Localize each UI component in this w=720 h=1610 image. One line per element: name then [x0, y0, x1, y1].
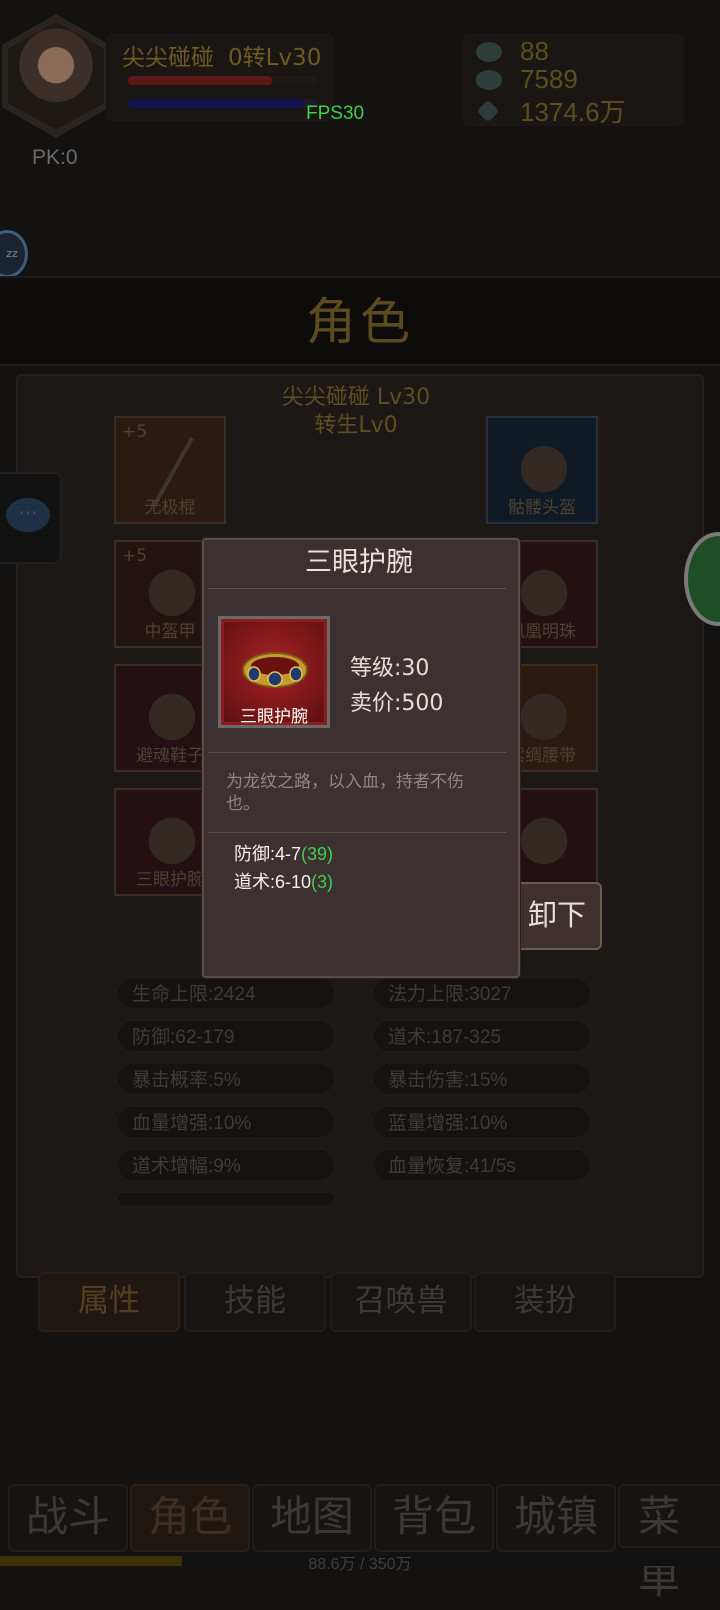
- stat-crit-rate: 暴击概率:5%: [116, 1062, 336, 1096]
- resource-value: 7589: [520, 64, 578, 94]
- fps-counter: FPS30: [306, 103, 365, 124]
- divider: [208, 832, 506, 833]
- stat-max-mp: 法力上限:3027: [372, 976, 592, 1010]
- stat-taoism: 道术:187-325: [372, 1019, 592, 1053]
- stat-mp-boost: 蓝量增强:10%: [372, 1105, 592, 1139]
- item-tooltip: [202, 538, 520, 978]
- tab-attributes[interactable]: 属性: [38, 1272, 180, 1332]
- pearl-icon: [514, 564, 574, 622]
- character-name-level: 尖尖碰碰 Lv30: [281, 385, 431, 410]
- item-stat-defense: 防御:4-7(39): [234, 840, 333, 866]
- resource-value: 1374.6万: [520, 97, 626, 127]
- nav-map[interactable]: 地图: [252, 1484, 372, 1552]
- enhance-level: +5: [122, 546, 148, 566]
- stat-crit-damage: 暴击伤害:15%: [372, 1062, 592, 1096]
- mp-bar-fill: [128, 99, 303, 108]
- stat-taoism-amp: 道术增幅:9%: [116, 1148, 336, 1182]
- rebirth-level: 转生Lv0: [314, 413, 398, 438]
- gem-icon: [476, 99, 500, 122]
- stat-text: 道术:6-10: [234, 872, 312, 892]
- unequip-button[interactable]: 卸下: [512, 882, 602, 950]
- belt-icon: [514, 688, 574, 746]
- stat-bonus: (3): [311, 872, 334, 892]
- stat-row-partial: [116, 1191, 336, 1205]
- stat-max-hp: 生命上限:2424: [116, 976, 336, 1010]
- divider: [208, 752, 506, 753]
- ingot-icon: [476, 41, 502, 62]
- resource-row-3: 1374.6万: [476, 92, 626, 129]
- item-price: 卖价:500: [350, 691, 444, 716]
- divider: [208, 588, 506, 589]
- slot-label: 骷髅头盔: [508, 498, 576, 518]
- slot-label: 无极棍: [144, 498, 196, 518]
- player-name-level: 尖尖碰碰 0转Lv30: [122, 38, 321, 72]
- panel-title: 角色: [306, 293, 414, 351]
- stat-hp-boost: 血量增强:10%: [116, 1105, 336, 1139]
- stat-text: 防御:4-7: [234, 844, 302, 864]
- xp-text: 88.6万 / 350万: [308, 1556, 412, 1573]
- tab-summons[interactable]: 召唤兽: [330, 1272, 472, 1332]
- ingot-icon: [476, 69, 502, 90]
- chat-bubble-icon[interactable]: ···: [6, 498, 50, 532]
- stat-bonus: (39): [301, 844, 334, 864]
- bracelet-icon: [142, 812, 202, 870]
- bracelet-icon: [242, 652, 308, 688]
- hp-bar-fill: [128, 76, 273, 85]
- ring-icon: [514, 812, 574, 870]
- resource-value: 88: [520, 36, 549, 66]
- item-icon-label: 三眼护腕: [240, 707, 308, 727]
- stat-hp-regen: 血量恢复:41/5s: [372, 1148, 592, 1182]
- character-name-block: 尖尖碰碰 Lv30 转生Lv0: [0, 384, 712, 440]
- nav-bag[interactable]: 背包: [374, 1484, 494, 1552]
- item-stat-taoism: 道术:6-10(3): [234, 868, 333, 894]
- resource-row-1: 88: [476, 36, 549, 67]
- skull-helmet-icon: [514, 440, 574, 498]
- resource-row-2: 7589: [476, 64, 578, 95]
- armor-icon: [142, 564, 202, 622]
- enhance-level: +5: [122, 422, 148, 442]
- tab-skills[interactable]: 技能: [184, 1272, 326, 1332]
- stat-defense: 防御:62-179: [116, 1019, 336, 1053]
- player-name: 尖尖碰碰: [122, 45, 214, 71]
- equip-slot-helmet[interactable]: 骷髅头盔: [486, 416, 598, 524]
- tab-outfit[interactable]: 装扮: [474, 1272, 616, 1332]
- pk-value: PK:0: [32, 146, 78, 169]
- sleep-button[interactable]: zz: [0, 230, 28, 278]
- nav-menu[interactable]: 菜单: [618, 1484, 720, 1603]
- boots-icon: [142, 688, 202, 746]
- nav-character[interactable]: 角色: [130, 1484, 250, 1552]
- equip-slot-weapon[interactable]: +5 无极棍: [114, 416, 226, 524]
- sleep-badge-text: zz: [6, 247, 18, 260]
- item-title: 三眼护腕: [305, 547, 413, 578]
- item-description: 为龙纹之路，以入血，持者不伤也。: [226, 772, 464, 814]
- nav-battle[interactable]: 战斗: [8, 1484, 128, 1552]
- player-level: 0转Lv30: [228, 45, 322, 71]
- item-level: 等级:30: [350, 656, 430, 681]
- nav-town[interactable]: 城镇: [496, 1484, 616, 1552]
